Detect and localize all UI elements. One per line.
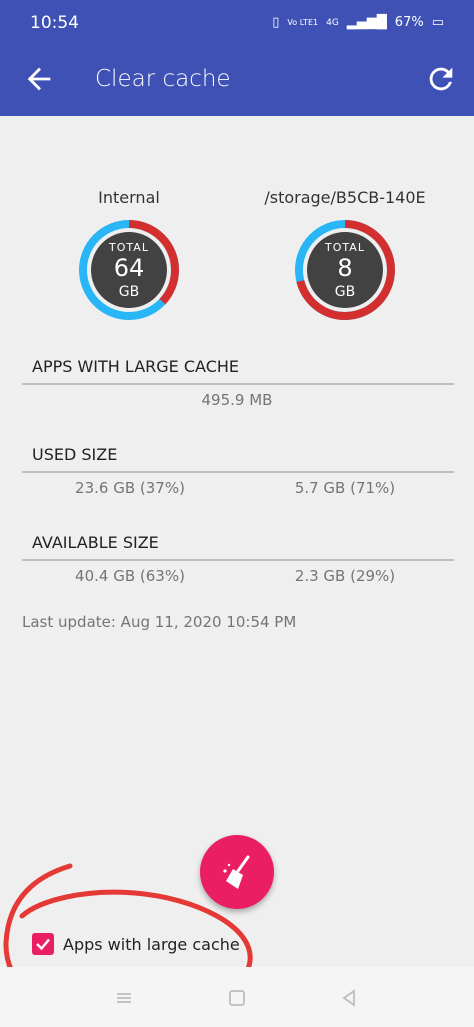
volte-text: Vo LTE1 bbox=[287, 18, 319, 27]
section-title-used-size: USED SIZE bbox=[32, 445, 118, 464]
divider bbox=[22, 471, 454, 473]
battery-percent: 67% bbox=[394, 15, 424, 30]
available-size-external: 2.3 GB (29%) bbox=[294, 567, 396, 585]
vibrate-icon: ▯ bbox=[272, 15, 280, 30]
section-title-large-cache: APPS WITH LARGE CACHE bbox=[32, 357, 239, 376]
status-bar: 10:54 ▯ Vo LTE1 4G ▂▄▆█ 67% ▭ bbox=[0, 0, 474, 44]
status-time: 10:54 bbox=[30, 13, 79, 33]
available-size-internal: 40.4 GB (63%) bbox=[75, 567, 185, 585]
battery-icon: ▭ bbox=[431, 15, 444, 30]
storage-label-internal: Internal bbox=[98, 188, 160, 207]
back-nav-icon[interactable] bbox=[336, 985, 362, 1011]
storage-label-external: /storage/B5CB-140E bbox=[264, 188, 426, 207]
network-type: 4G bbox=[326, 17, 339, 28]
home-icon[interactable] bbox=[224, 985, 250, 1011]
gauge-center-external: TOTAL 8 GB bbox=[307, 232, 383, 308]
used-size-internal: 23.6 GB (37%) bbox=[75, 479, 185, 497]
divider bbox=[22, 383, 454, 385]
gauge-total-label: TOTAL bbox=[109, 241, 149, 254]
gauge-center-internal: TOTAL 64 GB bbox=[91, 232, 167, 308]
app-bar: Clear cache bbox=[0, 44, 474, 116]
system-nav-bar bbox=[0, 967, 474, 1027]
page-title: Clear cache bbox=[95, 66, 231, 92]
large-cache-value: 495.9 MB bbox=[201, 391, 273, 409]
menu-icon[interactable] bbox=[111, 985, 137, 1011]
gauge-external: TOTAL 8 GB bbox=[293, 218, 397, 322]
status-icons: ▯ Vo LTE1 4G ▂▄▆█ 67% ▭ bbox=[272, 15, 444, 30]
gauge-internal: TOTAL 64 GB bbox=[77, 218, 181, 322]
signal-icon: ▂▄▆█ bbox=[346, 15, 387, 30]
used-size-external: 5.7 GB (71%) bbox=[294, 479, 396, 497]
arrow-back-icon[interactable] bbox=[22, 62, 56, 96]
divider bbox=[22, 559, 454, 561]
section-title-available-size: AVAILABLE SIZE bbox=[32, 533, 159, 552]
refresh-icon[interactable] bbox=[424, 62, 458, 96]
gauge-total-label: TOTAL bbox=[325, 241, 365, 254]
gauge-total-value: 64 bbox=[113, 254, 145, 282]
gauge-unit: GB bbox=[334, 284, 356, 300]
gauge-unit: GB bbox=[118, 284, 140, 300]
gauge-total-value: 8 bbox=[337, 254, 353, 282]
last-update-text: Last update: Aug 11, 2020 10:54 PM bbox=[22, 613, 297, 631]
